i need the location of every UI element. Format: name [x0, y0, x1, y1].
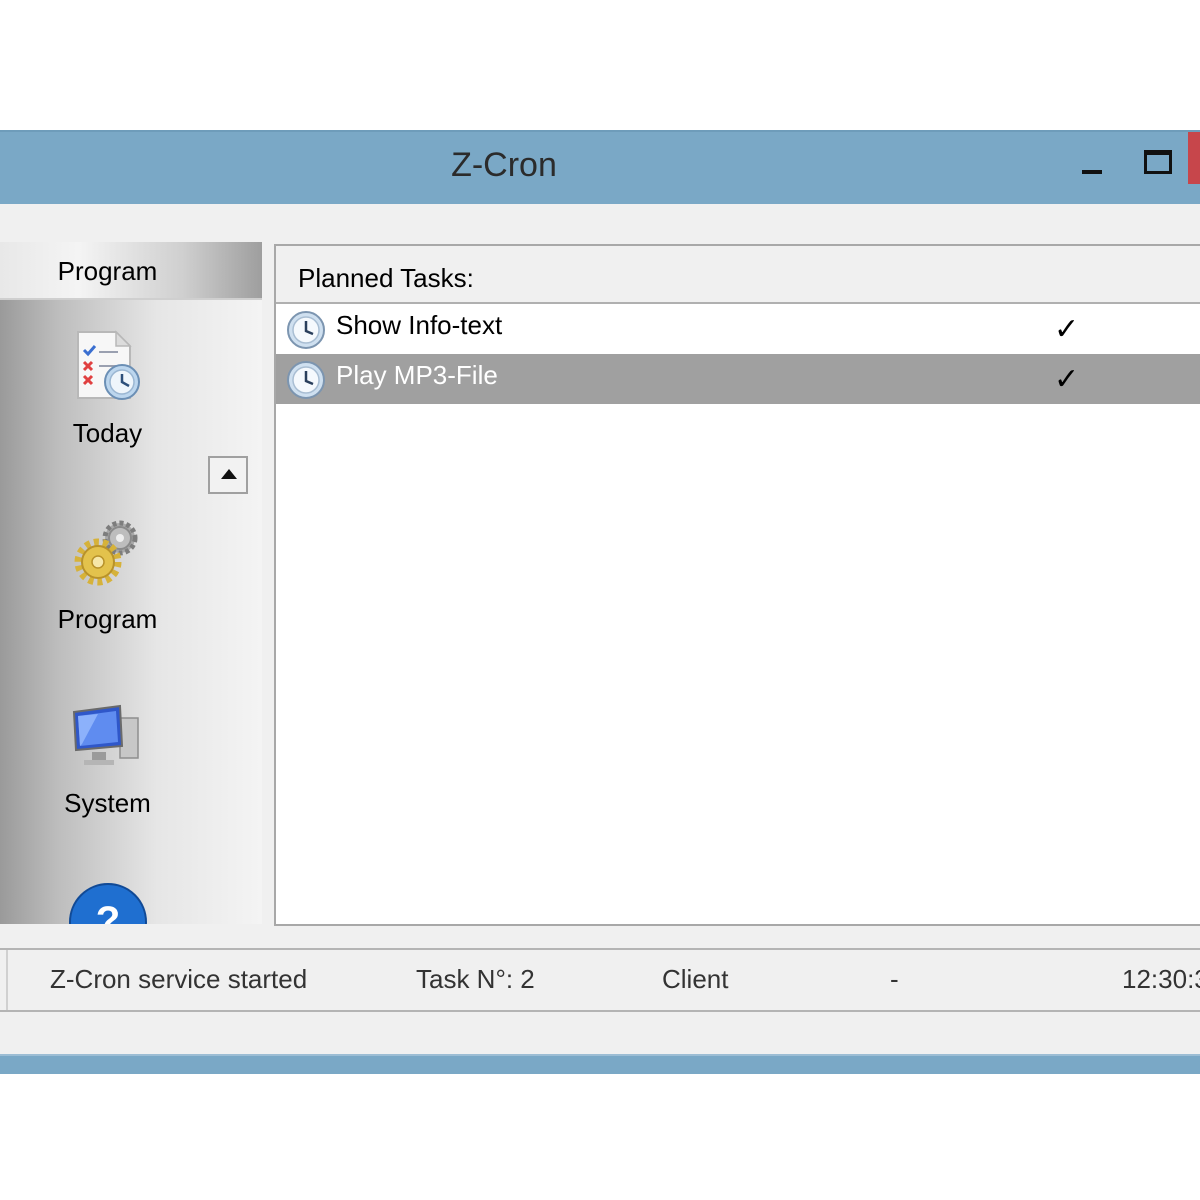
task-enabled-check[interactable]: ✓	[1054, 362, 1079, 397]
computer-monitor-icon	[72, 704, 139, 765]
sidebar-item-label: System	[64, 788, 151, 818]
task-enabled-check[interactable]: ✓	[1054, 312, 1079, 347]
task-name: Play MP3-File	[336, 360, 498, 390]
sidebar-header-label: Program	[57, 256, 158, 286]
clock-icon	[287, 311, 325, 349]
window-bottom-border	[0, 1054, 1200, 1074]
scroll-up-button[interactable]	[208, 456, 248, 494]
panel-header: Planned Tasks:	[276, 246, 1200, 304]
planned-tasks-panel: Planned Tasks: Show Info-text ✓ Play MP3…	[274, 244, 1200, 926]
status-task-count: Task N°: 2	[416, 964, 535, 994]
title-bar[interactable]: Z-Cron	[0, 130, 1200, 204]
sidebar-header[interactable]: Program	[0, 242, 262, 300]
status-separator	[0, 950, 8, 1010]
task-row-selected[interactable]: Play MP3-File ✓	[276, 354, 1200, 404]
maximize-button[interactable]	[1142, 146, 1172, 176]
sidebar-item-system[interactable]: System	[0, 696, 215, 819]
sidebar-item-label: Program	[57, 604, 158, 634]
gears-icon	[74, 520, 137, 586]
sidebar-item-program[interactable]: Program	[0, 512, 215, 635]
status-time: 12:30:3	[1122, 964, 1200, 994]
status-bar: Z-Cron service started Task N°: 2 Client…	[0, 948, 1200, 1012]
sidebar-item-label: Today	[72, 418, 143, 448]
window-title: Z-Cron	[451, 146, 557, 184]
clock-icon	[287, 361, 325, 399]
svg-text:?: ?	[95, 899, 119, 924]
panel-title: Planned Tasks:	[298, 263, 474, 293]
status-extra: -	[890, 964, 899, 994]
main-window: Z-Cron Program Today Program System ? Pl…	[0, 130, 1200, 1074]
status-mode: Client	[662, 964, 729, 994]
today-task-list-icon	[76, 330, 140, 400]
sidebar: Program Today Program System ?	[0, 242, 262, 924]
status-message: Z-Cron service started	[50, 964, 308, 994]
minimize-button[interactable]	[1078, 156, 1108, 186]
sidebar-item-today[interactable]: Today	[0, 326, 215, 449]
task-row[interactable]: Show Info-text ✓	[276, 304, 1200, 354]
task-name: Show Info-text	[336, 310, 503, 340]
close-button[interactable]	[1188, 132, 1200, 184]
sidebar-item-help[interactable]: ?	[0, 882, 215, 924]
help-icon: ?	[68, 883, 147, 924]
